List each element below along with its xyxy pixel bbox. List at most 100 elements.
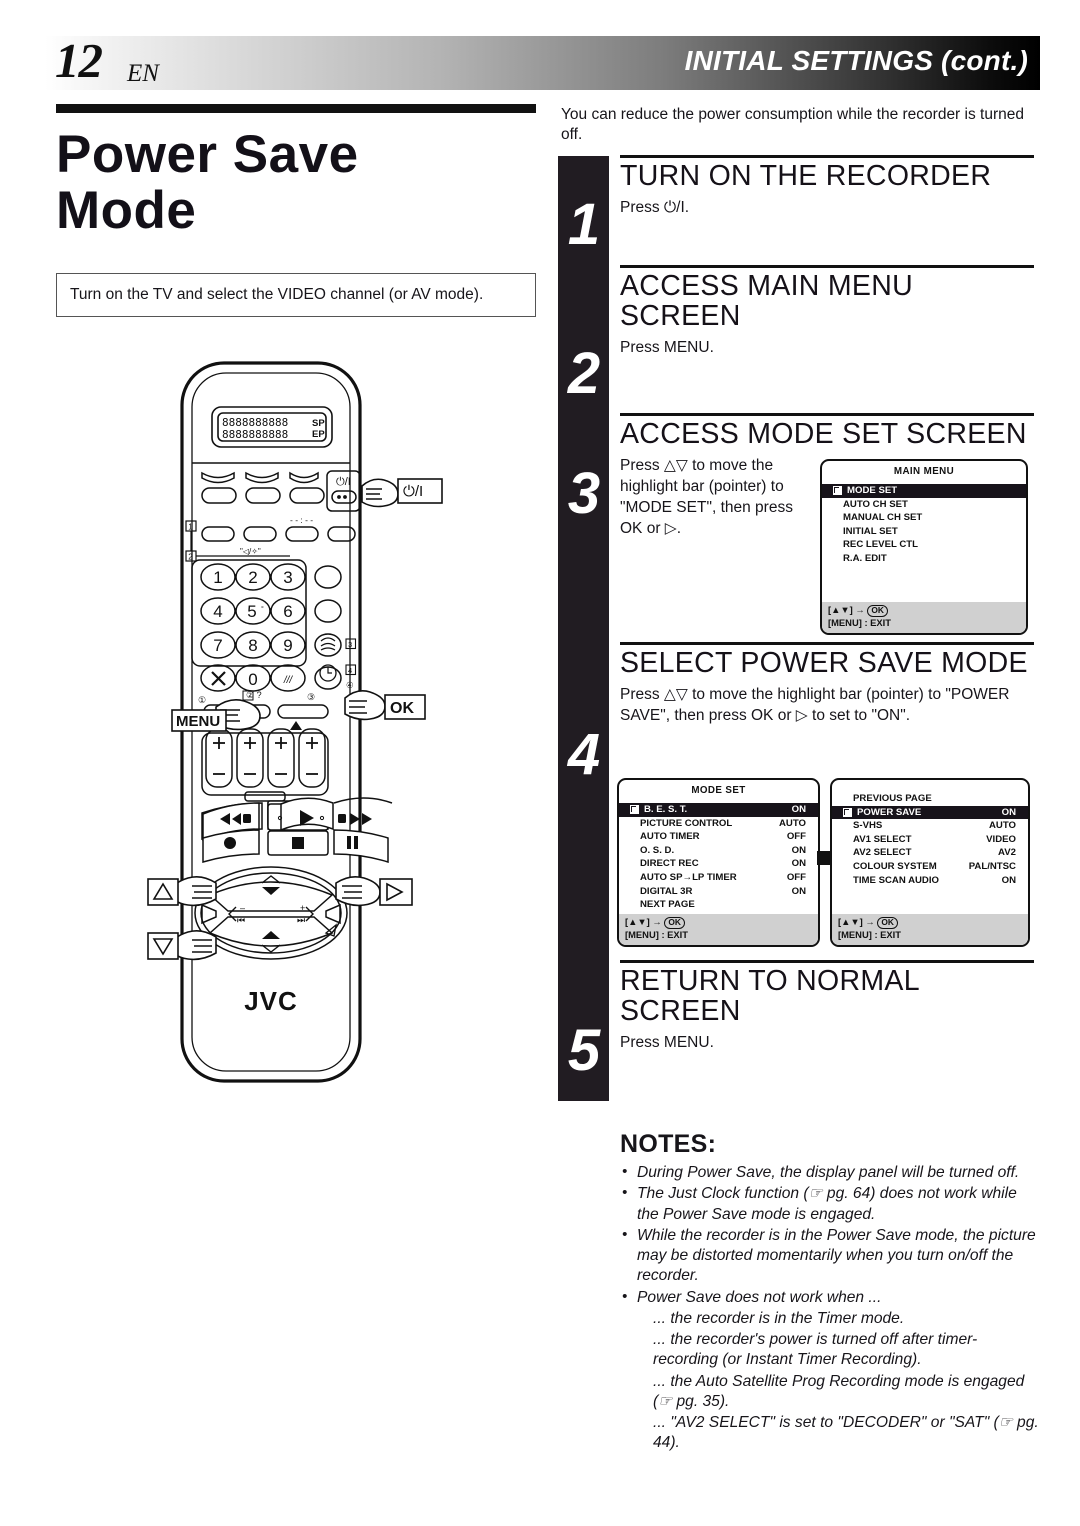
osd-row[interactable]: PICTURE CONTROL AUTO (619, 817, 818, 831)
arrow-right-icon: → (865, 916, 875, 928)
osd-row[interactable]: MODE SET (822, 484, 1026, 498)
svg-text:8888888888: 8888888888 (222, 428, 288, 441)
svg-text:2: 2 (188, 553, 193, 562)
notes-section: NOTES: During Power Save, the display pa… (620, 1130, 1040, 1455)
page-title: Power Save Mode (56, 126, 536, 241)
step-5-body: Press MENU. (620, 1034, 714, 1052)
note-item: While the recorder is in the Power Save … (620, 1225, 1040, 1287)
note-sub-item: ... the recorder's power is turned off a… (653, 1331, 978, 1369)
svg-text:③: ③ (307, 692, 315, 702)
arrow-right-icon: → (855, 604, 865, 616)
svg-text:4: 4 (213, 602, 222, 621)
step-3-title: ACCESS MODE SET SCREEN (620, 418, 1027, 450)
osd-row[interactable]: AUTO CH SET (822, 498, 1026, 512)
osd-main-menu-rows: MODE SET AUTO CH SET MANUAL CH SET INITI… (822, 477, 1026, 566)
step-number-5: 5 (567, 1018, 601, 1083)
svg-text:1: 1 (188, 523, 193, 532)
book-icon (629, 804, 640, 816)
svg-text:"◁/✧": "◁/✧" (240, 547, 261, 556)
osd-row[interactable]: INITIAL SET (822, 525, 1026, 539)
step-2-rule (620, 265, 1034, 268)
svg-text:1: 1 (213, 568, 222, 587)
osd-row[interactable]: REC LEVEL CTL (822, 538, 1026, 552)
section-title: INITIAL SETTINGS (cont.) (684, 45, 1028, 76)
step-2-section: ACCESS MAIN MENU SCREEN Press MENU. (620, 265, 1038, 358)
osd-row[interactable]: AV1 SELECT VIDEO (832, 833, 1028, 847)
osd-row[interactable]: AV2 SELECT AV2 (832, 846, 1028, 860)
svg-text:MENU: MENU (176, 713, 220, 730)
step-3-body: Press △▽ to move the highlight bar (poin… (620, 457, 793, 538)
book-icon (842, 806, 853, 818)
osd-row[interactable]: O. S. D. ON (619, 844, 818, 858)
step-2-title: ACCESS MAIN MENU SCREEN (620, 270, 914, 333)
svg-text:⏻/I: ⏻/I (403, 483, 423, 500)
arrow-right-icon: → (652, 916, 662, 928)
right-callout (335, 876, 381, 907)
svg-text:°: ° (261, 605, 264, 613)
osd-mode-set-rows: B. E. S. T. ON PICTURE CONTROL AUTO AUTO T… (619, 796, 818, 912)
svg-text:7: 7 (213, 636, 222, 655)
notes-list: During Power Save, the display panel wil… (620, 1162, 1040, 1454)
svg-text:–: – (240, 903, 245, 913)
step-number-bar (558, 156, 609, 1101)
svg-text:5: 5 (247, 602, 256, 621)
osd-row[interactable]: AUTO TIMER OFF (619, 830, 818, 844)
left-column: Power Save Mode Turn on the TV and selec… (56, 104, 536, 318)
note-sub-item: ... "AV2 SELECT" is set to "DECODER" or … (653, 1414, 1039, 1452)
osd-row[interactable]: MANUAL CH SET (822, 511, 1026, 525)
osd-main-menu-title: MAIN MENU (893, 466, 955, 477)
svg-text:0: 0 (248, 670, 257, 689)
jvc-logo: JVC (244, 986, 298, 1016)
svg-text:2: 2 (248, 568, 257, 587)
svg-text:①: ① (198, 695, 206, 705)
osd-row[interactable]: DIRECT REC ON (619, 857, 818, 871)
ok-glyph-icon: OK (867, 605, 888, 617)
osd-row[interactable]: DIGITAL 3R ON (619, 885, 818, 899)
page-language-code: EN (127, 60, 159, 87)
step-number-3: 3 (567, 461, 601, 526)
osd-row[interactable]: PREVIOUS PAGE (832, 792, 1028, 806)
svg-text:4: 4 (348, 666, 352, 675)
remote-display-ep: EP (312, 429, 325, 440)
svg-text:⏻/I: ⏻/I (336, 476, 351, 488)
page-number: 12 (55, 33, 103, 88)
osd-row[interactable]: S-VHS AUTO (832, 819, 1028, 833)
osd-row[interactable]: TIME SCAN AUDIO ON (832, 874, 1028, 888)
svg-text:OK: OK (390, 700, 414, 717)
step-4-rule (620, 642, 1034, 645)
step-number-1: 1 (567, 192, 601, 257)
step-3-rule (620, 413, 1034, 416)
step-number-4: 4 (567, 722, 601, 787)
svg-text:9: 9 (283, 636, 292, 655)
page-title-line2: Mode (56, 181, 197, 241)
osd-row[interactable]: AUTO SP→LP TIMER OFF (619, 871, 818, 885)
osd-row[interactable]: POWER SAVE ON (832, 805, 1028, 820)
remote-control-illustration: 8888888888 8888888888 SP EP ⏻/I - -: - … (140, 355, 490, 1105)
manual-page: 12 EN INITIAL SETTINGS (cont.) Power Sav… (0, 0, 1080, 1526)
svg-text:+: + (300, 903, 305, 913)
tv-setup-note: Turn on the TV and select the VIDEO chan… (56, 273, 536, 318)
power-callout (361, 478, 399, 508)
step-number-2: 2 (567, 341, 601, 406)
osd-mode-set-page2-rows: PREVIOUS PAGE POWER SAVE ON S-VHS AUTO AV1… (832, 780, 1028, 887)
remote-display-sp: SP (312, 418, 325, 429)
svg-text:3: 3 (348, 640, 352, 649)
svg-text:- - : - -: - - : - - (290, 515, 313, 525)
svg-text:⏭: ⏭ (297, 915, 305, 925)
osd-row[interactable]: COLOUR SYSTEM PAL/NTSC (832, 860, 1028, 874)
svg-text:8: 8 (248, 636, 257, 655)
step-5-section: RETURN TO NORMAL SCREEN Press MENU. (620, 960, 1038, 1053)
osd-main-menu: MAIN MENU MODE SET AUTO CH SET MANUAL CH… (820, 459, 1028, 635)
book-icon (832, 485, 843, 497)
osd-mode-set: MODE SET B. E. S. T. ON PICTURE CONTROL AU… (617, 778, 820, 947)
osd-row[interactable]: NEXT PAGE (619, 898, 818, 912)
notes-heading: NOTES: (620, 1130, 717, 1158)
svg-text:///: /// (283, 675, 294, 686)
osd-mode-set-title: MODE SET (691, 785, 746, 796)
svg-text:④: ④ (346, 680, 354, 690)
osd-row[interactable]: R.A. EDIT (822, 552, 1026, 566)
step-5-title: RETURN TO NORMAL SCREEN (620, 965, 919, 1028)
svg-text:6: 6 (283, 602, 292, 621)
svg-text:⏮: ⏮ (237, 915, 245, 925)
osd-row[interactable]: B. E. S. T. ON (619, 803, 818, 817)
